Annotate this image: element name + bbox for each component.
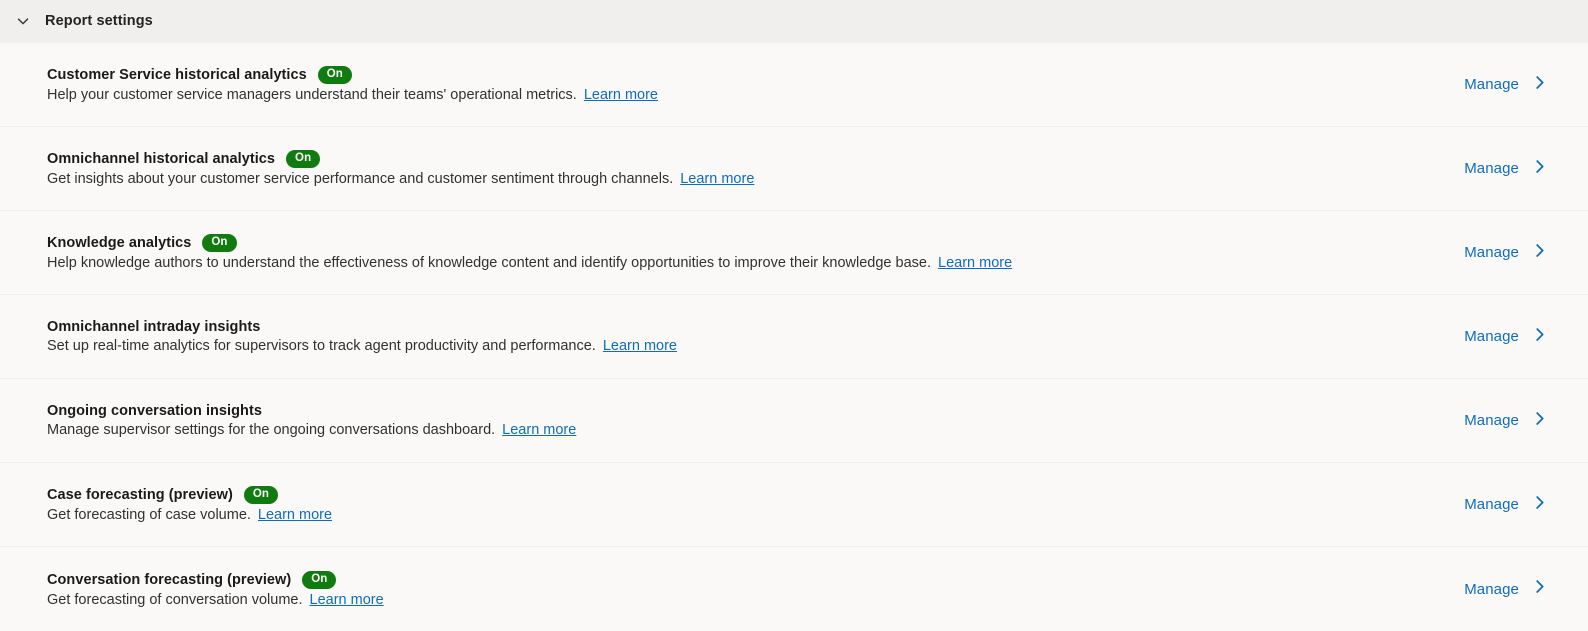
chevron-right-icon xyxy=(1531,578,1548,600)
report-setting-row: Case forecasting (preview) On Get foreca… xyxy=(0,463,1588,547)
learn-more-link[interactable]: Learn more xyxy=(584,87,658,103)
status-badge: On xyxy=(317,66,352,84)
row-title: Case forecasting (preview) xyxy=(47,487,233,503)
row-description-line: Get forecasting of conversation volume. … xyxy=(47,592,384,608)
chevron-down-icon xyxy=(16,14,30,28)
row-title: Ongoing conversation insights xyxy=(47,403,262,419)
report-setting-row: Ongoing conversation insights Manage sup… xyxy=(0,379,1588,463)
learn-more-link[interactable]: Learn more xyxy=(938,255,1012,271)
report-setting-row: Omnichannel historical analytics On Get … xyxy=(0,127,1588,211)
row-title-line: Omnichannel intraday insights xyxy=(47,319,677,335)
row-description: Manage supervisor settings for the ongoi… xyxy=(47,422,496,438)
manage-label: Manage xyxy=(1464,76,1519,93)
row-description-line: Get forecasting of case volume. Learn mo… xyxy=(47,507,332,523)
manage-button[interactable]: Manage xyxy=(1464,74,1568,96)
report-setting-row: Knowledge analytics On Help knowledge au… xyxy=(0,211,1588,295)
row-description: Help your customer service managers unde… xyxy=(47,87,577,103)
chevron-right-icon xyxy=(1531,74,1548,96)
row-description-line: Help your customer service managers unde… xyxy=(47,87,658,103)
row-content: Ongoing conversation insights Manage sup… xyxy=(47,403,576,438)
report-settings-list: Customer Service historical analytics On… xyxy=(0,43,1588,631)
row-title: Conversation forecasting (preview) xyxy=(47,571,292,588)
row-content: Customer Service historical analytics On… xyxy=(47,66,658,103)
collapse-section-button[interactable] xyxy=(8,6,38,36)
row-description: Get forecasting of case volume. xyxy=(47,507,251,523)
status-badge: On xyxy=(302,570,337,589)
chevron-right-icon xyxy=(1531,494,1548,516)
row-title: Knowledge analytics xyxy=(47,235,192,251)
chevron-right-icon xyxy=(1531,326,1548,348)
learn-more-link[interactable]: Learn more xyxy=(258,507,332,523)
manage-label: Manage xyxy=(1464,244,1519,261)
row-description-line: Get insights about your customer service… xyxy=(47,171,754,187)
manage-label: Manage xyxy=(1464,328,1519,345)
row-content: Omnichannel intraday insights Set up rea… xyxy=(47,319,677,354)
chevron-right-icon xyxy=(1531,410,1548,432)
row-content: Knowledge analytics On Help knowledge au… xyxy=(47,234,1012,271)
row-description-line: Help knowledge authors to understand the… xyxy=(47,255,1012,271)
report-setting-row: Conversation forecasting (preview) On Ge… xyxy=(0,547,1588,631)
manage-button[interactable]: Manage xyxy=(1464,158,1568,180)
learn-more-link[interactable]: Learn more xyxy=(680,171,754,187)
chevron-right-icon xyxy=(1531,158,1548,180)
row-content: Case forecasting (preview) On Get foreca… xyxy=(47,486,332,523)
report-settings-section-header: Report settings xyxy=(0,0,1588,43)
manage-label: Manage xyxy=(1464,160,1519,177)
row-content: Omnichannel historical analytics On Get … xyxy=(47,150,754,187)
manage-button[interactable]: Manage xyxy=(1464,242,1568,264)
row-title-line: Ongoing conversation insights xyxy=(47,403,576,419)
row-title-line: Omnichannel historical analytics On xyxy=(47,150,754,168)
manage-label: Manage xyxy=(1464,580,1519,598)
row-description: Get forecasting of conversation volume. xyxy=(47,591,303,608)
row-description: Set up real-time analytics for superviso… xyxy=(47,338,596,354)
row-title-line: Customer Service historical analytics On xyxy=(47,66,658,84)
row-description-line: Set up real-time analytics for superviso… xyxy=(47,338,677,354)
status-badge: On xyxy=(202,234,237,252)
row-title: Omnichannel intraday insights xyxy=(47,319,261,335)
manage-button[interactable]: Manage xyxy=(1464,326,1568,348)
status-badge: On xyxy=(243,486,279,504)
report-settings-page: Report settings Customer Service histori… xyxy=(0,0,1588,631)
row-description: Help knowledge authors to understand the… xyxy=(47,255,931,271)
learn-more-link[interactable]: Learn more xyxy=(310,592,384,608)
report-setting-row: Omnichannel intraday insights Set up rea… xyxy=(0,295,1588,379)
page-title: Report settings xyxy=(45,13,153,29)
manage-label: Manage xyxy=(1464,412,1519,429)
manage-button[interactable]: Manage xyxy=(1464,494,1568,516)
row-content: Conversation forecasting (preview) On Ge… xyxy=(47,570,384,608)
manage-button[interactable]: Manage xyxy=(1464,578,1568,600)
status-badge: On xyxy=(286,150,321,168)
row-title: Customer Service historical analytics xyxy=(47,67,307,83)
row-title-line: Knowledge analytics On xyxy=(47,234,1012,252)
report-setting-row: Customer Service historical analytics On… xyxy=(0,43,1588,127)
learn-more-link[interactable]: Learn more xyxy=(502,422,576,438)
chevron-right-icon xyxy=(1531,242,1548,264)
manage-button[interactable]: Manage xyxy=(1464,410,1568,432)
learn-more-link[interactable]: Learn more xyxy=(603,338,677,354)
row-description-line: Manage supervisor settings for the ongoi… xyxy=(47,422,576,438)
row-title-line: Case forecasting (preview) On xyxy=(47,486,332,504)
row-title-line: Conversation forecasting (preview) On xyxy=(47,570,384,589)
row-description: Get insights about your customer service… xyxy=(47,171,674,187)
manage-label: Manage xyxy=(1464,496,1519,513)
row-title: Omnichannel historical analytics xyxy=(47,151,276,167)
